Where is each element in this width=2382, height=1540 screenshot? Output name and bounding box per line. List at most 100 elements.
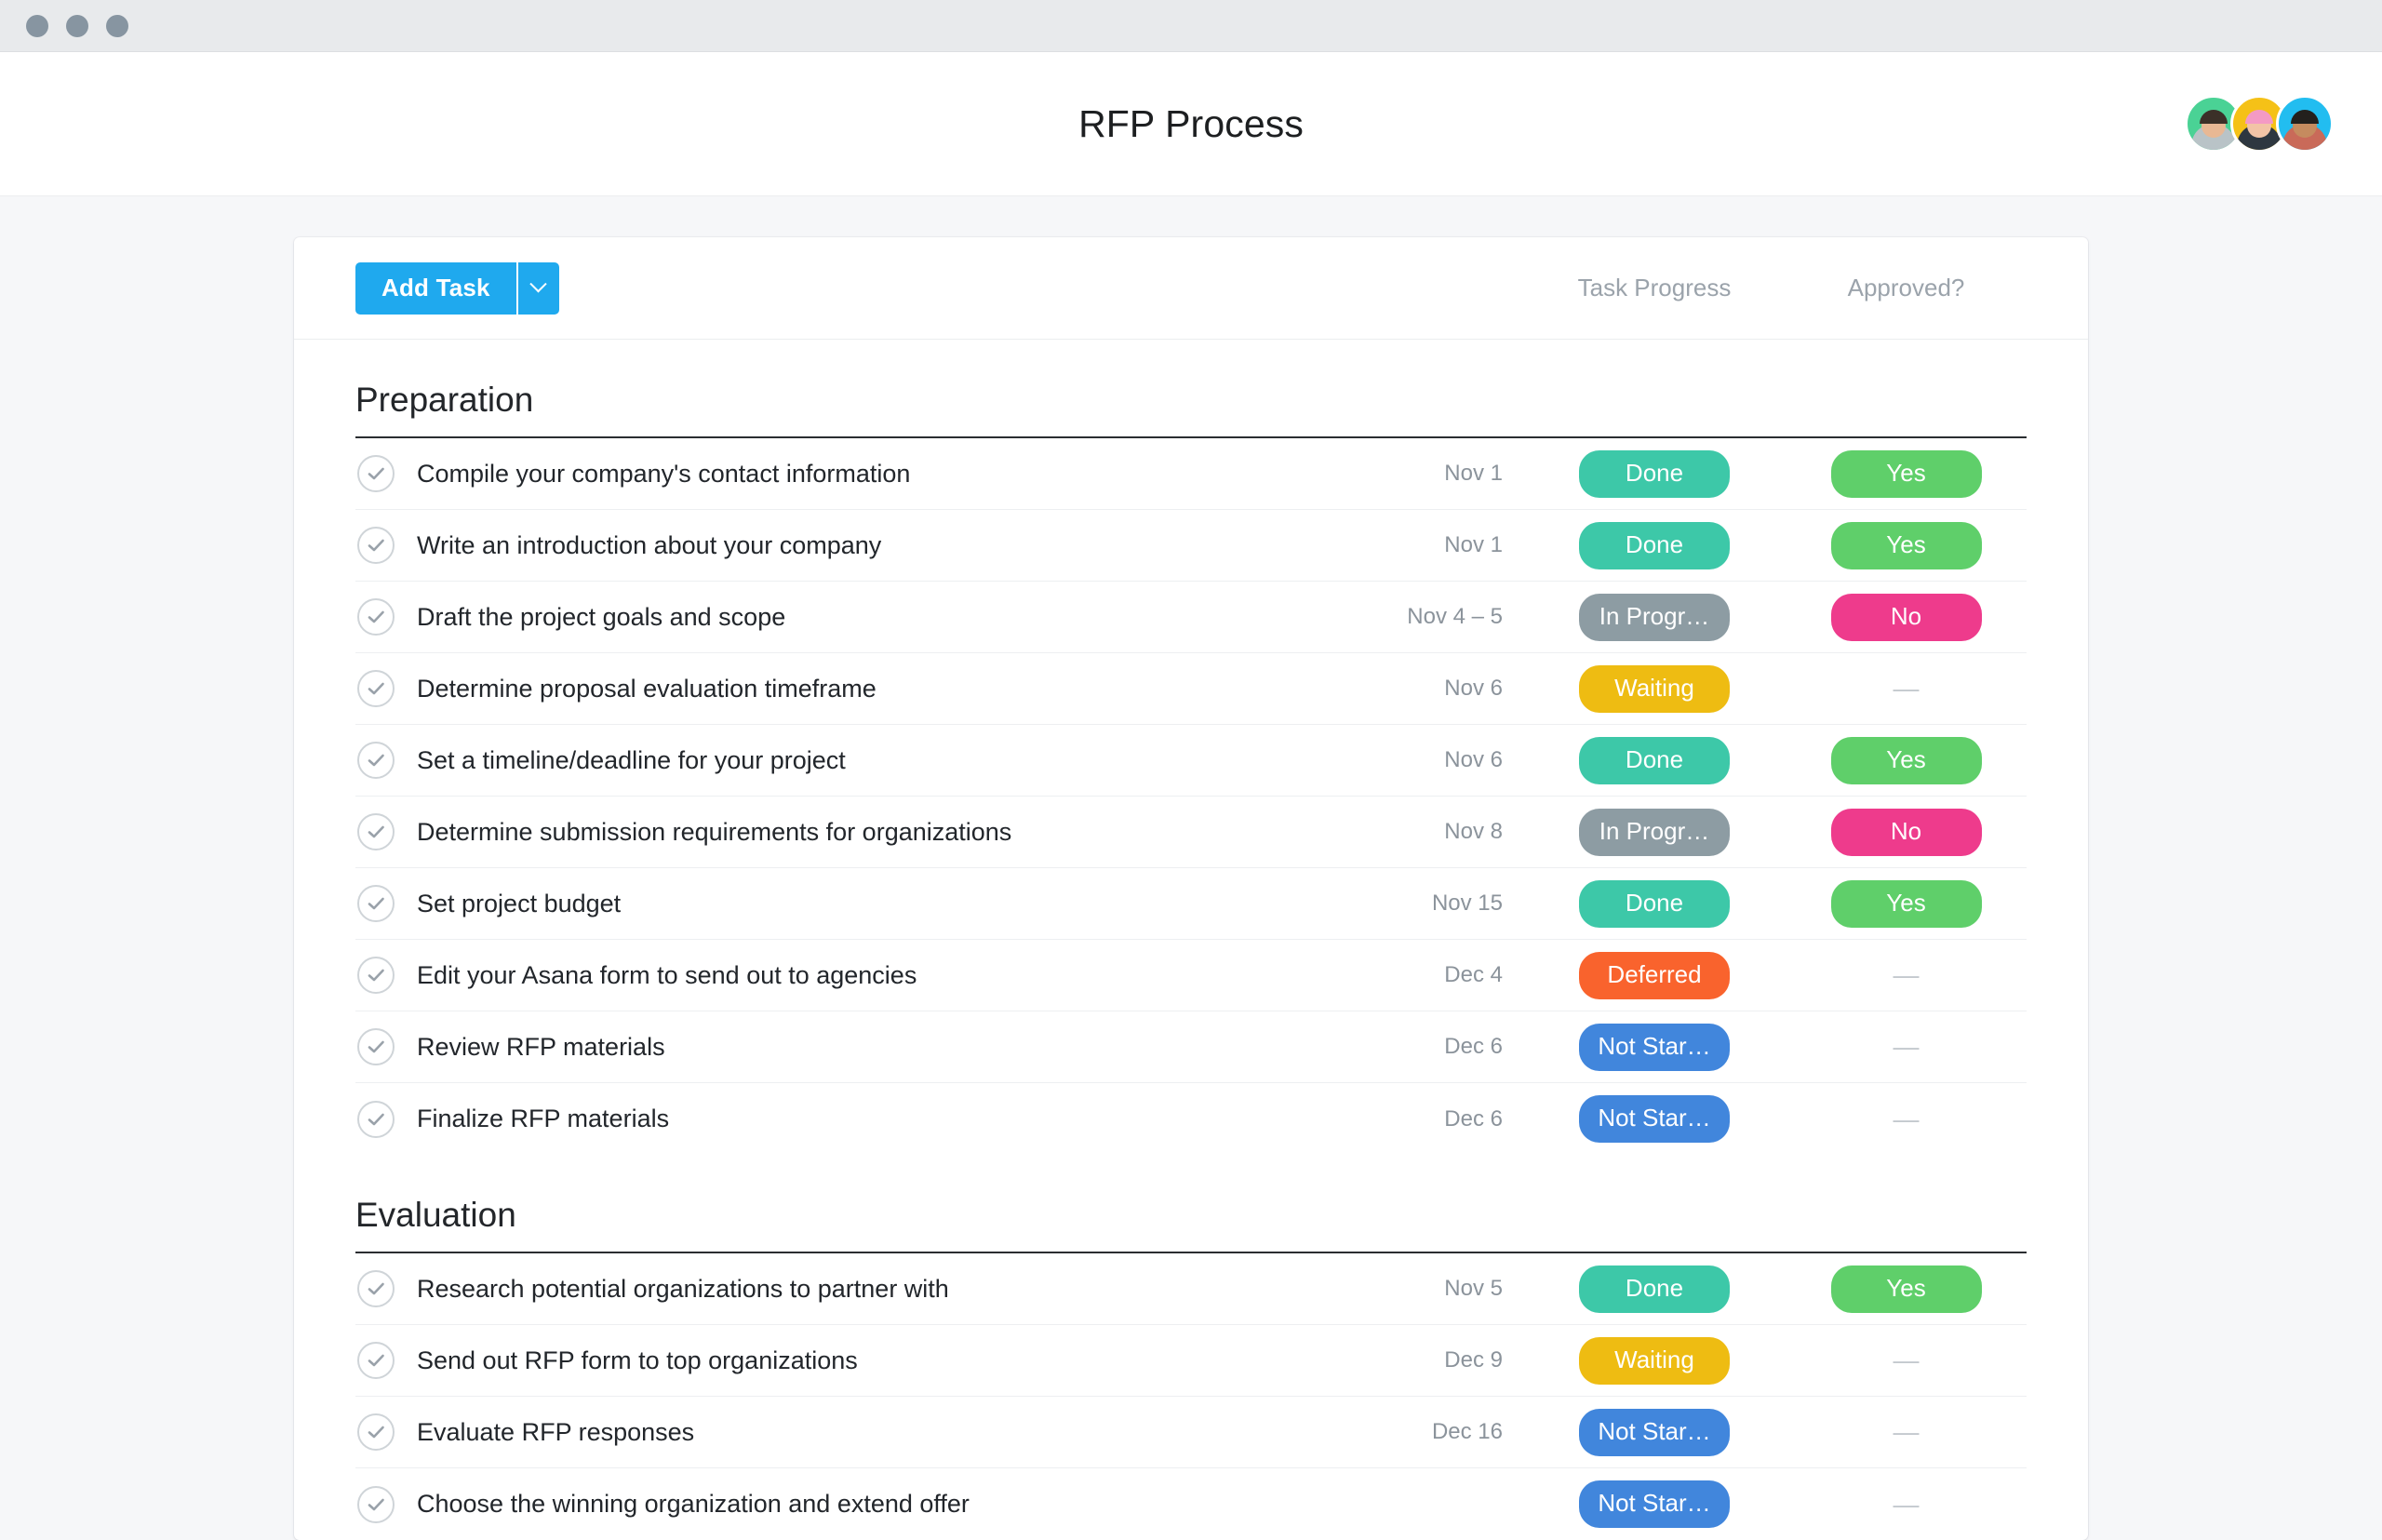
task-row[interactable]: Edit your Asana form to send out to agen…	[355, 940, 2027, 1011]
section-title[interactable]: Evaluation	[355, 1155, 2027, 1253]
task-name[interactable]: Determine proposal evaluation timeframe	[417, 675, 1309, 703]
task-due-date[interactable]: Nov 5	[1309, 1276, 1523, 1302]
task-approved-cell: Yes	[1786, 1265, 2027, 1313]
progress-pill[interactable]: Not Star…	[1579, 1408, 1730, 1456]
task-due-date[interactable]: Dec 9	[1309, 1347, 1523, 1373]
task-due-date[interactable]: Nov 6	[1309, 676, 1523, 702]
task-row[interactable]: Evaluate RFP responses Dec 16 Not Star… —	[355, 1397, 2027, 1468]
progress-pill[interactable]: In Progr…	[1579, 593, 1730, 641]
task-due-date[interactable]: Dec 16	[1309, 1419, 1523, 1445]
task-approved-cell: —	[1786, 1347, 2027, 1373]
task-row[interactable]: Set a timeline/deadline for your project…	[355, 725, 2027, 797]
approved-pill[interactable]: Yes	[1830, 1265, 1982, 1313]
page-title: RFP Process	[1078, 101, 1304, 145]
task-complete-checkbox[interactable]	[357, 1270, 395, 1307]
task-row[interactable]: Send out RFP form to top organizations De…	[355, 1325, 2027, 1397]
progress-pill[interactable]: Done	[1579, 521, 1730, 569]
task-complete-checkbox[interactable]	[357, 1413, 395, 1451]
maximize-dot[interactable]	[106, 14, 128, 37]
add-task-dropdown-button[interactable]	[517, 261, 559, 315]
task-name[interactable]: Choose the winning organization and exte…	[417, 1490, 1309, 1519]
task-complete-checkbox[interactable]	[357, 1485, 395, 1523]
task-complete-checkbox[interactable]	[357, 742, 395, 779]
progress-pill[interactable]: Done	[1579, 879, 1730, 928]
approved-empty[interactable]: —	[1894, 1419, 1920, 1445]
progress-pill[interactable]: Not Star…	[1579, 1023, 1730, 1071]
task-row[interactable]: Determine proposal evaluation timeframe N…	[355, 653, 2027, 725]
section-title[interactable]: Preparation	[355, 340, 2027, 438]
task-name[interactable]: Set a timeline/deadline for your project	[417, 746, 1309, 775]
task-due-date[interactable]: Nov 4 – 5	[1309, 604, 1523, 630]
add-task-button-group: Add Task	[355, 261, 559, 315]
approved-empty[interactable]: —	[1894, 1034, 1920, 1060]
task-due-date[interactable]: Nov 1	[1309, 532, 1523, 558]
task-row[interactable]: Set project budget Nov 15 Done Yes	[355, 868, 2027, 940]
task-name[interactable]: Determine submission requirements for or…	[417, 818, 1309, 847]
task-approved-cell: No	[1786, 808, 2027, 856]
task-due-date[interactable]: Dec 6	[1309, 1106, 1523, 1132]
approved-empty[interactable]: —	[1894, 1347, 1920, 1373]
close-dot[interactable]	[26, 14, 48, 37]
task-due-date[interactable]: Nov 1	[1309, 461, 1523, 487]
approved-pill[interactable]: No	[1830, 808, 1982, 856]
task-complete-checkbox[interactable]	[357, 1100, 395, 1138]
approved-empty[interactable]: —	[1894, 962, 1920, 988]
task-row[interactable]: Choose the winning organization and exte…	[355, 1468, 2027, 1540]
progress-pill[interactable]: Deferred	[1579, 951, 1730, 999]
task-complete-checkbox[interactable]	[357, 455, 395, 492]
task-name[interactable]: Compile your company's contact informati…	[417, 460, 1309, 489]
task-complete-checkbox[interactable]	[357, 957, 395, 994]
approved-pill[interactable]: Yes	[1830, 521, 1982, 569]
progress-pill[interactable]: Done	[1579, 736, 1730, 784]
task-due-date[interactable]: Dec 6	[1309, 1034, 1523, 1060]
approved-pill[interactable]: No	[1830, 593, 1982, 641]
task-complete-checkbox[interactable]	[357, 813, 395, 850]
task-complete-checkbox[interactable]	[357, 885, 395, 922]
task-progress-cell: Done	[1523, 879, 1786, 928]
task-name[interactable]: Finalize RFP materials	[417, 1105, 1309, 1133]
task-due-date[interactable]: Dec 4	[1309, 962, 1523, 988]
task-name[interactable]: Research potential organizations to part…	[417, 1275, 1309, 1304]
task-name[interactable]: Send out RFP form to top organizations	[417, 1346, 1309, 1375]
progress-pill[interactable]: Done	[1579, 449, 1730, 498]
task-name[interactable]: Review RFP materials	[417, 1033, 1309, 1062]
progress-pill[interactable]: Waiting	[1579, 1336, 1730, 1385]
task-progress-cell: Not Star…	[1523, 1480, 1786, 1528]
task-due-date[interactable]: Nov 6	[1309, 747, 1523, 773]
task-name[interactable]: Set project budget	[417, 890, 1309, 918]
task-complete-checkbox[interactable]	[357, 527, 395, 564]
approved-empty[interactable]: —	[1894, 1491, 1920, 1518]
progress-pill[interactable]: Waiting	[1579, 664, 1730, 713]
task-due-date[interactable]: Nov 8	[1309, 819, 1523, 845]
task-name[interactable]: Evaluate RFP responses	[417, 1418, 1309, 1447]
progress-pill[interactable]: In Progr…	[1579, 808, 1730, 856]
minimize-dot[interactable]	[66, 14, 88, 37]
add-task-button[interactable]: Add Task	[355, 261, 516, 315]
task-name[interactable]: Draft the project goals and scope	[417, 603, 1309, 632]
task-complete-checkbox[interactable]	[357, 1342, 395, 1379]
progress-pill[interactable]: Done	[1579, 1265, 1730, 1313]
task-row[interactable]: Write an introduction about your company…	[355, 510, 2027, 582]
task-approved-cell: —	[1786, 1034, 2027, 1060]
task-row[interactable]: Research potential organizations to part…	[355, 1253, 2027, 1325]
task-row[interactable]: Compile your company's contact informati…	[355, 438, 2027, 510]
task-complete-checkbox[interactable]	[357, 598, 395, 636]
approved-pill[interactable]: Yes	[1830, 449, 1982, 498]
task-row[interactable]: Determine submission requirements for or…	[355, 797, 2027, 868]
approved-empty[interactable]: —	[1894, 676, 1920, 702]
task-complete-checkbox[interactable]	[357, 1028, 395, 1065]
task-name[interactable]: Edit your Asana form to send out to agen…	[417, 961, 1309, 990]
avatar[interactable]	[2276, 95, 2334, 153]
task-row[interactable]: Finalize RFP materials Dec 6 Not Star… —	[355, 1083, 2027, 1155]
approved-pill[interactable]: Yes	[1830, 879, 1982, 928]
progress-pill[interactable]: Not Star…	[1579, 1095, 1730, 1143]
progress-pill[interactable]: Not Star…	[1579, 1480, 1730, 1528]
task-approved-cell: Yes	[1786, 521, 2027, 569]
task-due-date[interactable]: Nov 15	[1309, 891, 1523, 917]
approved-empty[interactable]: —	[1894, 1105, 1920, 1132]
approved-pill[interactable]: Yes	[1830, 736, 1982, 784]
task-complete-checkbox[interactable]	[357, 670, 395, 707]
task-row[interactable]: Review RFP materials Dec 6 Not Star… —	[355, 1011, 2027, 1083]
task-name[interactable]: Write an introduction about your company	[417, 531, 1309, 560]
task-row[interactable]: Draft the project goals and scope Nov 4 –…	[355, 582, 2027, 653]
